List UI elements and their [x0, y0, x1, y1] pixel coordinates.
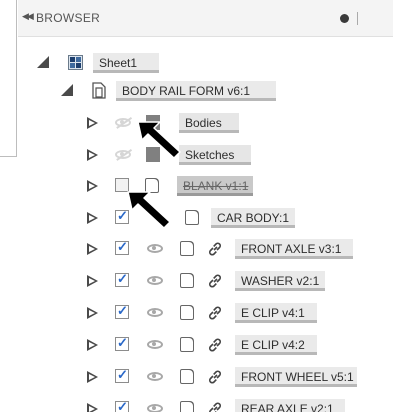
visibility-checkbox[interactable]	[115, 335, 129, 351]
annotation-arrow-icon	[137, 121, 181, 158]
tree-node-label: Sheet1	[93, 53, 159, 73]
tree-node-blank[interactable]: BLANK v1:1	[85, 175, 305, 197]
body-icon	[180, 337, 194, 352]
tree-node-occurrence[interactable]: FRONT AXLE v3:1	[85, 238, 385, 260]
eye-icon[interactable]	[147, 276, 163, 285]
tree-node-sheet[interactable]: Sheet1	[37, 52, 277, 74]
tree-node-occurrence[interactable]: E CLIP v4:2	[85, 334, 385, 356]
tree-node-bodies[interactable]: Bodies	[85, 112, 285, 134]
body-icon	[180, 241, 194, 256]
expanded-triangle-icon[interactable]	[37, 56, 49, 68]
body-icon	[180, 305, 194, 320]
expanded-triangle-icon[interactable]	[61, 84, 73, 96]
tree-node-label: BLANK v1:1	[177, 176, 253, 196]
visibility-checkbox[interactable]	[115, 303, 129, 319]
hidden-eye-icon[interactable]	[115, 118, 131, 127]
tree-node-label: E CLIP v4:2	[235, 335, 317, 355]
collapsed-triangle-icon[interactable]	[87, 371, 98, 383]
collapsed-triangle-icon[interactable]	[87, 180, 98, 192]
tree-node-label: REAR AXLE v2:1	[235, 399, 345, 412]
tree-node-occurrence[interactable]: FRONT WHEEL v5:1	[85, 366, 385, 388]
tree-node-label: E CLIP v4:1	[235, 303, 317, 323]
link-icon	[209, 274, 221, 288]
link-icon	[209, 242, 221, 256]
visibility-checkbox[interactable]	[115, 367, 129, 383]
collapsed-triangle-icon[interactable]	[87, 307, 98, 319]
collapsed-triangle-icon[interactable]	[87, 117, 98, 129]
hidden-eye-icon[interactable]	[115, 150, 131, 159]
header-divider	[357, 12, 358, 25]
tree-node-label: Sketches	[179, 145, 251, 165]
body-icon	[180, 273, 194, 288]
eye-icon[interactable]	[147, 372, 163, 381]
browser-panel: ◀◀ BROWSER Sheet1 BODY RAIL FORM v6:1 Bo…	[18, 0, 393, 412]
tree-node-occurrence[interactable]: REAR AXLE v2:1	[85, 398, 385, 412]
annotation-arrow-icon	[127, 191, 171, 228]
link-icon	[209, 370, 221, 384]
tree-node-component[interactable]: BODY RAIL FORM v6:1	[61, 80, 361, 102]
tree-node-label: CAR BODY:1	[211, 208, 295, 228]
tree-node-occurrence[interactable]: WASHER v2:1	[85, 270, 385, 292]
body-icon	[180, 369, 194, 384]
link-icon	[209, 338, 221, 352]
eye-icon[interactable]	[147, 308, 163, 317]
collapsed-triangle-icon[interactable]	[87, 149, 98, 161]
eye-icon[interactable]	[147, 244, 163, 253]
collapsed-triangle-icon[interactable]	[87, 339, 98, 351]
link-icon	[209, 402, 221, 412]
eye-icon[interactable]	[147, 340, 163, 349]
visibility-checkbox[interactable]	[115, 271, 129, 287]
double-chevron-left-icon[interactable]: ◀◀	[22, 11, 34, 22]
visibility-checkbox[interactable]	[115, 239, 129, 255]
filled-circle-icon[interactable]	[340, 14, 349, 23]
tree-node-sketches[interactable]: Sketches	[85, 144, 285, 166]
tree-node-label: BODY RAIL FORM v6:1	[116, 81, 276, 101]
sheet-component-icon	[68, 55, 83, 70]
collapsed-triangle-icon[interactable]	[87, 212, 98, 224]
collapsed-triangle-icon[interactable]	[87, 403, 98, 412]
body-icon	[185, 210, 199, 225]
link-icon	[209, 306, 221, 320]
collapsed-triangle-icon[interactable]	[87, 243, 98, 255]
browser-title: BROWSER	[36, 11, 101, 25]
visibility-checkbox[interactable]	[115, 399, 129, 412]
tree-node-occurrence[interactable]: E CLIP v4:1	[85, 302, 385, 324]
adjacent-panel-frame	[0, 0, 17, 157]
tree-node-label: FRONT WHEEL v5:1	[235, 367, 357, 387]
body-icon	[180, 401, 194, 412]
component-icon	[92, 82, 106, 99]
tree-node-label: WASHER v2:1	[235, 271, 325, 291]
eye-icon[interactable]	[147, 404, 163, 412]
tree-node-label: FRONT AXLE v3:1	[235, 239, 353, 259]
tree-node-car-body[interactable]: CAR BODY:1	[85, 207, 345, 229]
tree-node-label: Bodies	[179, 113, 239, 133]
collapsed-triangle-icon[interactable]	[87, 275, 98, 287]
browser-header: ◀◀ BROWSER	[18, 0, 393, 37]
